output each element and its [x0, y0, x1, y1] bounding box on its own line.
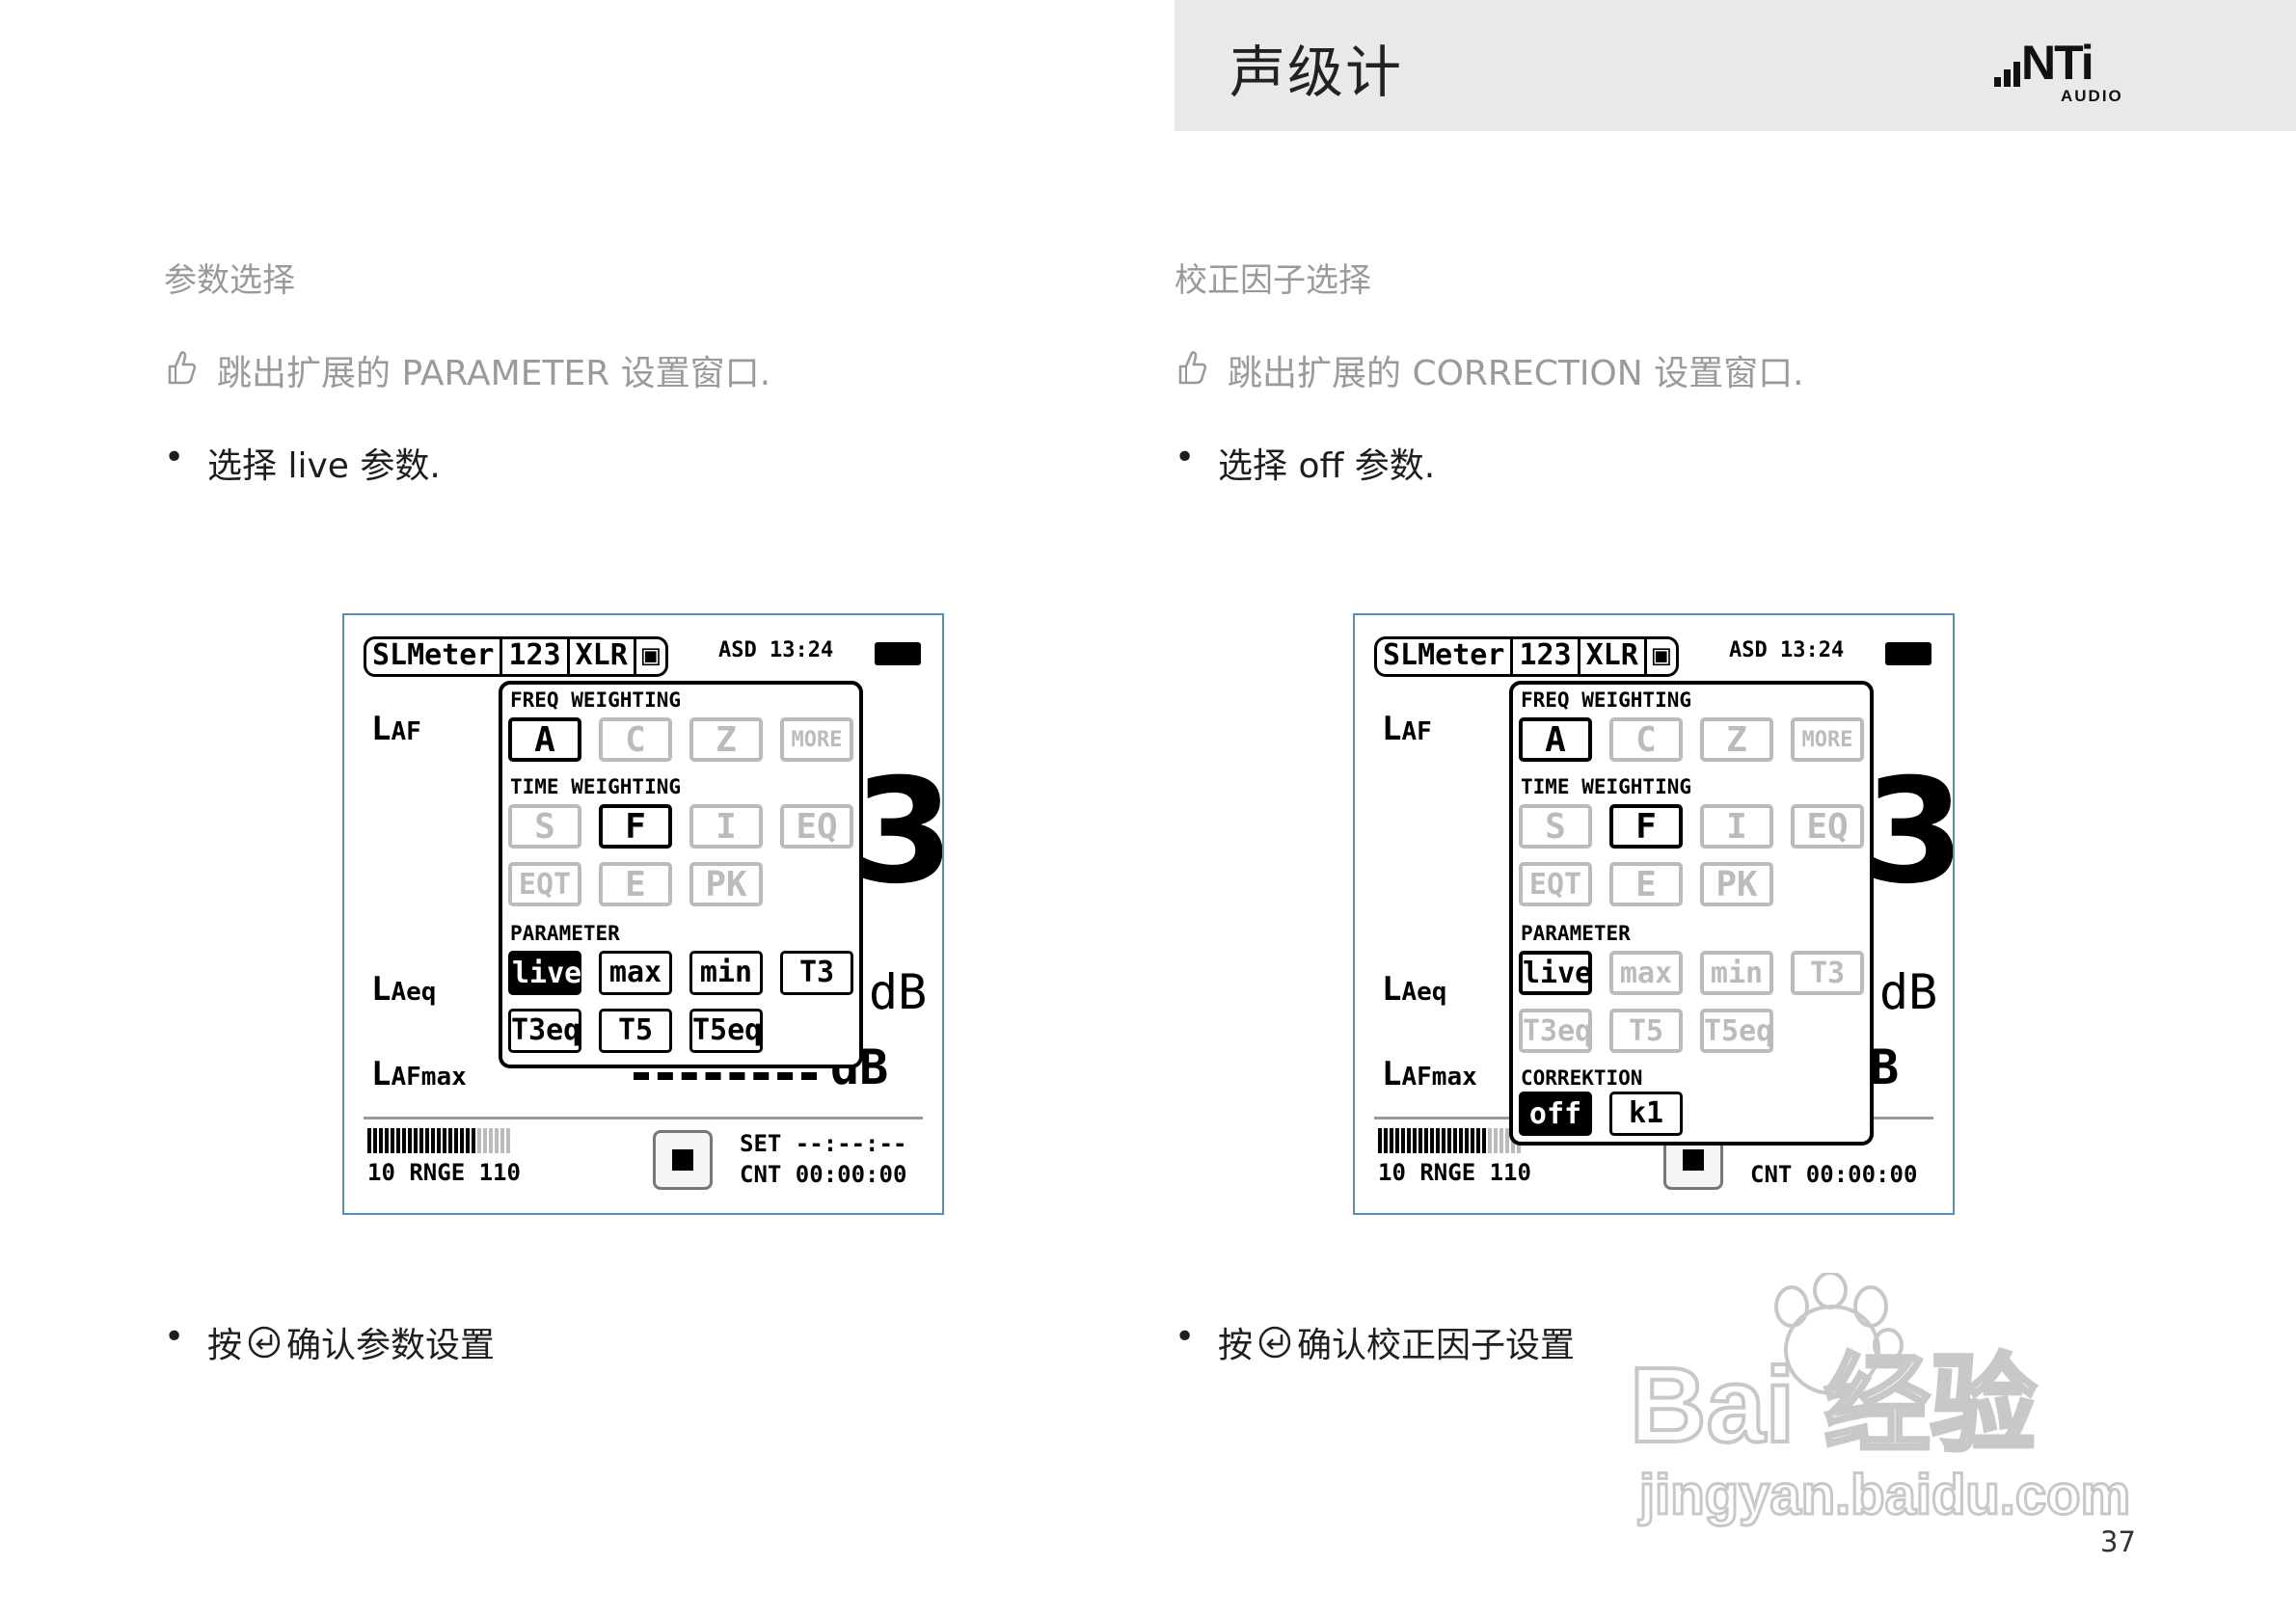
time-weighting-label: TIME WEIGHTING — [510, 775, 682, 798]
count-timer: CNT 00:00:00 — [1750, 1161, 1918, 1188]
tab-123: 123 — [502, 639, 570, 674]
count-timer: CNT 00:00:00 — [740, 1161, 907, 1188]
time-i-button[interactable]: I — [1700, 804, 1773, 849]
nti-audio-logo: NTi AUDIO — [1994, 39, 2135, 105]
time-f-button[interactable]: F — [1609, 804, 1683, 849]
param-t5-button[interactable]: T5 — [1609, 1009, 1683, 1053]
param-min-button[interactable]: min — [1700, 951, 1773, 995]
freq-z-button[interactable]: Z — [1700, 717, 1773, 762]
time-f-button[interactable]: F — [599, 804, 672, 849]
tab-slmeter: SLMeter — [1377, 639, 1514, 674]
enter-key-icon — [1258, 1326, 1291, 1359]
param-max-button[interactable]: max — [599, 951, 672, 995]
thumbs-up-icon — [1178, 351, 1207, 385]
time-e-button[interactable]: E — [1609, 862, 1683, 906]
page-number: 37 — [2100, 1525, 2136, 1558]
laeq-label: LAeq — [371, 970, 437, 1009]
stop-icon — [1683, 1149, 1704, 1171]
status-tabs: SLMeter 123 XLR ▣ — [1374, 636, 1679, 677]
time-i-button[interactable]: I — [689, 804, 763, 849]
divider — [364, 1117, 923, 1119]
parameter-label: PARAMETER — [510, 922, 620, 945]
freq-a-button[interactable]: A — [508, 717, 581, 762]
battery-icon — [875, 642, 921, 665]
param-t5eq-button[interactable]: T5eq — [1700, 1009, 1773, 1053]
lafmax-label: LAFmax — [371, 1055, 467, 1093]
param-t3-button[interactable]: T3 — [780, 951, 853, 995]
svg-text:Bai 经验: Bai 经验 — [1630, 1346, 2037, 1465]
freq-weighting-label: FREQ WEIGHTING — [1521, 688, 1692, 712]
status-time: ASD 13:24 — [1729, 638, 1845, 662]
stop-button[interactable] — [653, 1130, 713, 1190]
status-time: ASD 13:24 — [718, 638, 834, 662]
time-eq-button[interactable]: EQ — [1791, 804, 1864, 849]
level-bar — [367, 1128, 533, 1153]
tab-123: 123 — [1513, 639, 1580, 674]
baidu-watermark: Bai 经验 jingyan.baidu.com — [1630, 1273, 2132, 1528]
time-pk-button[interactable]: PK — [689, 862, 763, 906]
enter-key-icon — [248, 1326, 281, 1359]
device-screen-correction: SLMeter 123 XLR ▣ ASD 13:24 LAF LAeq LAF… — [1353, 613, 1955, 1215]
big-value-digit: 3 — [853, 748, 944, 916]
laf-label: LAF — [371, 710, 421, 748]
time-s-button[interactable]: S — [1519, 804, 1592, 849]
save-icon: ▣ — [1652, 638, 1670, 672]
parameter-label: PARAMETER — [1521, 922, 1631, 945]
param-t5-button[interactable]: T5 — [599, 1009, 672, 1053]
param-t3-button[interactable]: T3 — [1791, 951, 1864, 995]
freq-a-button[interactable]: A — [1519, 717, 1592, 762]
time-eq-button[interactable]: EQ — [780, 804, 853, 849]
corr-off-button[interactable]: off — [1519, 1092, 1592, 1136]
param-t3eq-button[interactable]: T3eq — [508, 1009, 581, 1053]
tab-slmeter: SLMeter — [366, 639, 503, 674]
range-label: 10 RNGE 110 — [1378, 1159, 1531, 1186]
range-label: 10 RNGE 110 — [367, 1159, 521, 1186]
time-eqt-button[interactable]: EQT — [508, 862, 581, 906]
laeq-label: LAeq — [1382, 970, 1447, 1009]
settings-popup: FREQ WEIGHTING A C Z MORE TIME WEIGHTING… — [1509, 681, 1874, 1146]
param-live-button[interactable]: live — [1519, 951, 1592, 995]
big-value-digit: 3 — [1864, 748, 1955, 916]
stop-icon — [672, 1149, 693, 1171]
svg-text:jingyan.baidu.com: jingyan.baidu.com — [1638, 1464, 2130, 1526]
freq-z-button[interactable]: Z — [689, 717, 763, 762]
lafmax-dashes — [634, 1072, 817, 1088]
freq-more-button[interactable]: MORE — [780, 717, 853, 762]
laeq-unit: dB — [1879, 964, 1938, 1020]
time-e-button[interactable]: E — [599, 862, 672, 906]
tab-xlr: XLR — [570, 639, 636, 674]
laeq-unit: dB — [869, 964, 928, 1020]
param-max-button[interactable]: max — [1609, 951, 1683, 995]
param-t5eq-button[interactable]: T5eq — [689, 1009, 763, 1053]
freq-weighting-label: FREQ WEIGHTING — [510, 688, 682, 712]
time-pk-button[interactable]: PK — [1700, 862, 1773, 906]
right-section-heading: 校正因子选择 — [1175, 261, 1371, 300]
page-title: 声级计 — [1229, 40, 1404, 105]
battery-icon — [1885, 642, 1931, 665]
set-timer: SET --:--:-- — [740, 1130, 907, 1157]
freq-c-button[interactable]: C — [1609, 717, 1683, 762]
lafmax-label: LAFmax — [1382, 1055, 1477, 1093]
time-s-button[interactable]: S — [508, 804, 581, 849]
param-live-button[interactable]: live — [508, 951, 581, 995]
device-screen-parameter: SLMeter 123 XLR ▣ ASD 13:24 LAF LAeq LAF… — [342, 613, 944, 1215]
time-weighting-label: TIME WEIGHTING — [1521, 775, 1692, 798]
param-min-button[interactable]: min — [689, 951, 763, 995]
freq-c-button[interactable]: C — [599, 717, 672, 762]
param-t3eq-button[interactable]: T3eq — [1519, 1009, 1592, 1053]
status-tabs: SLMeter 123 XLR ▣ — [364, 636, 668, 677]
tab-xlr: XLR — [1580, 639, 1647, 674]
left-section-heading: 参数选择 — [164, 261, 295, 300]
freq-more-button[interactable]: MORE — [1791, 717, 1864, 762]
settings-popup: FREQ WEIGHTING A C Z MORE TIME WEIGHTING… — [499, 681, 863, 1068]
correction-label: CORREKTION — [1521, 1066, 1643, 1090]
save-icon: ▣ — [641, 638, 660, 672]
time-eqt-button[interactable]: EQT — [1519, 862, 1592, 906]
corr-k1-button[interactable]: k1 — [1609, 1092, 1683, 1136]
laf-label: LAF — [1382, 710, 1432, 748]
thumbs-up-icon — [168, 351, 197, 385]
